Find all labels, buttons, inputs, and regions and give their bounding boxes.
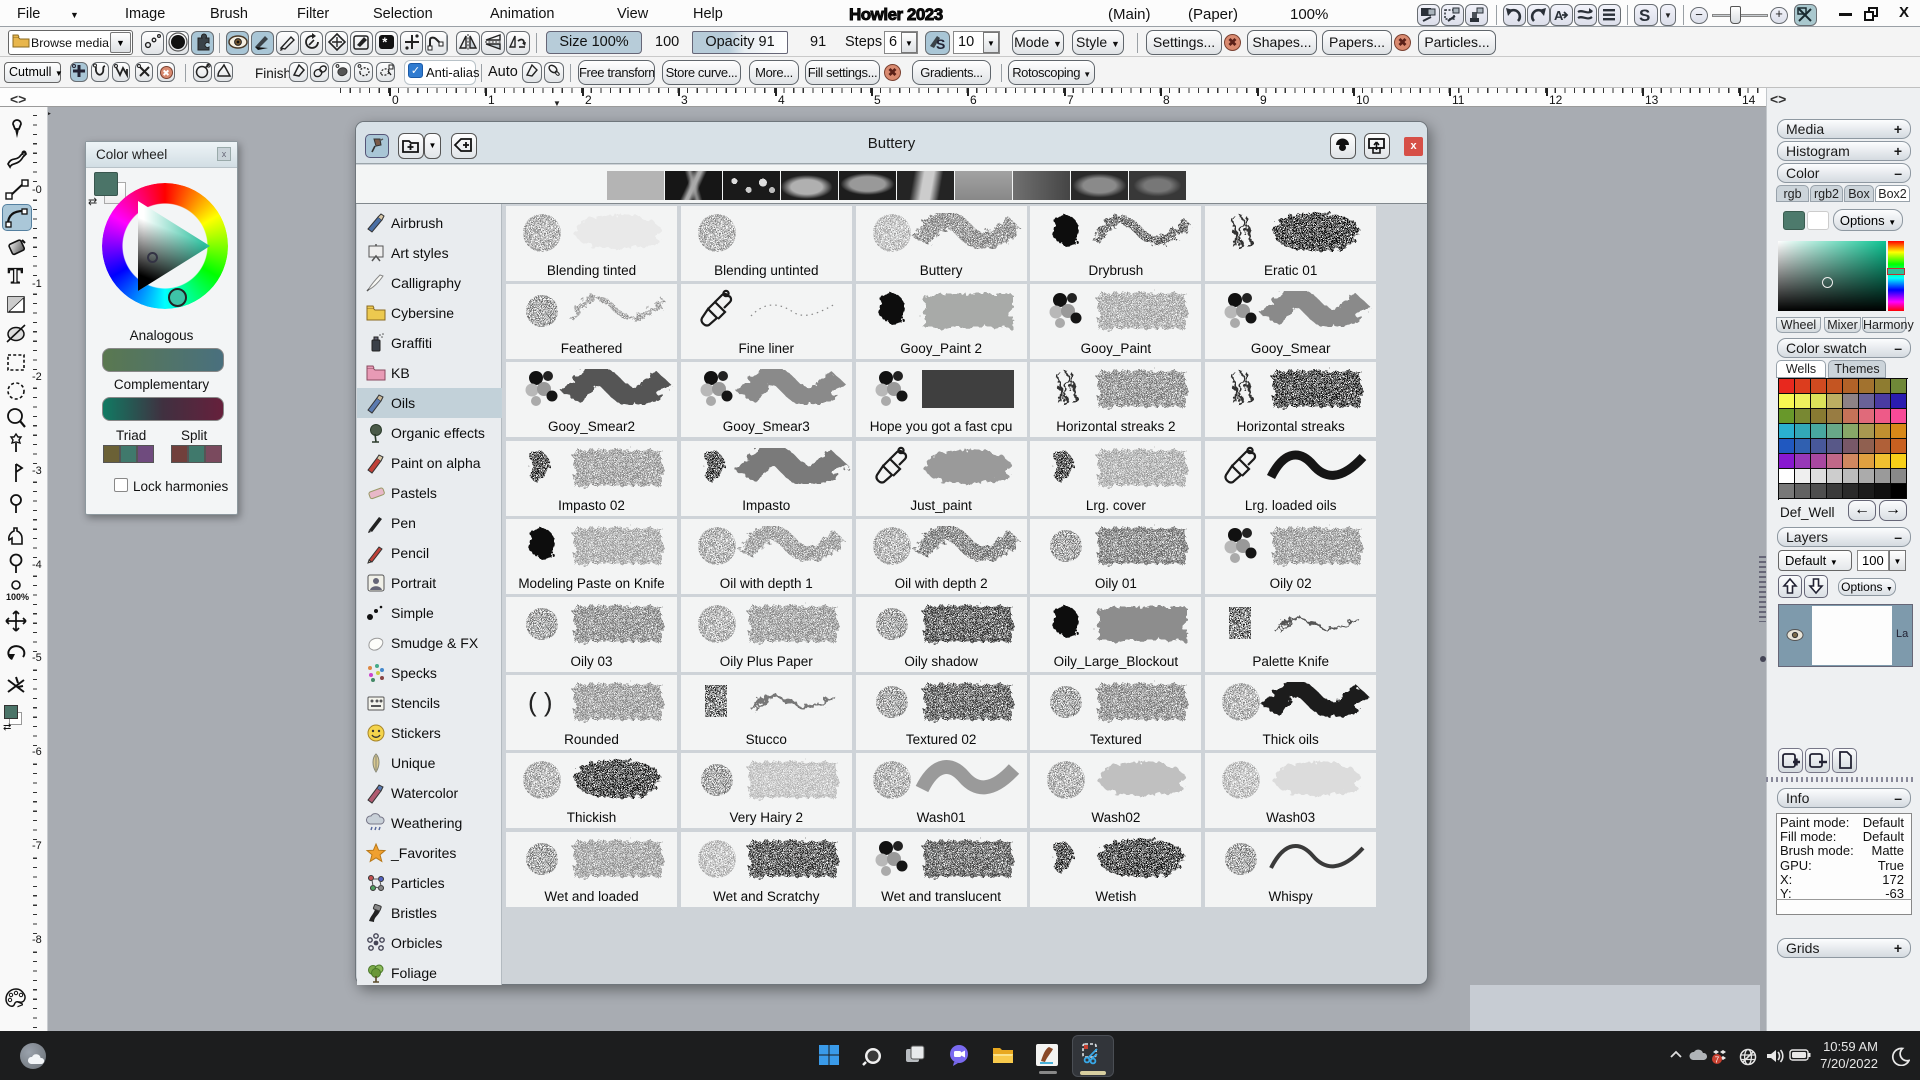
svg-text:7: 7: [1715, 1056, 1720, 1065]
svg-text:( ): ( ): [528, 687, 553, 717]
svg-text:T: T: [8, 263, 23, 288]
svg-text:100%: 100%: [6, 592, 29, 602]
svg-text:>: >: [17, 999, 23, 1011]
